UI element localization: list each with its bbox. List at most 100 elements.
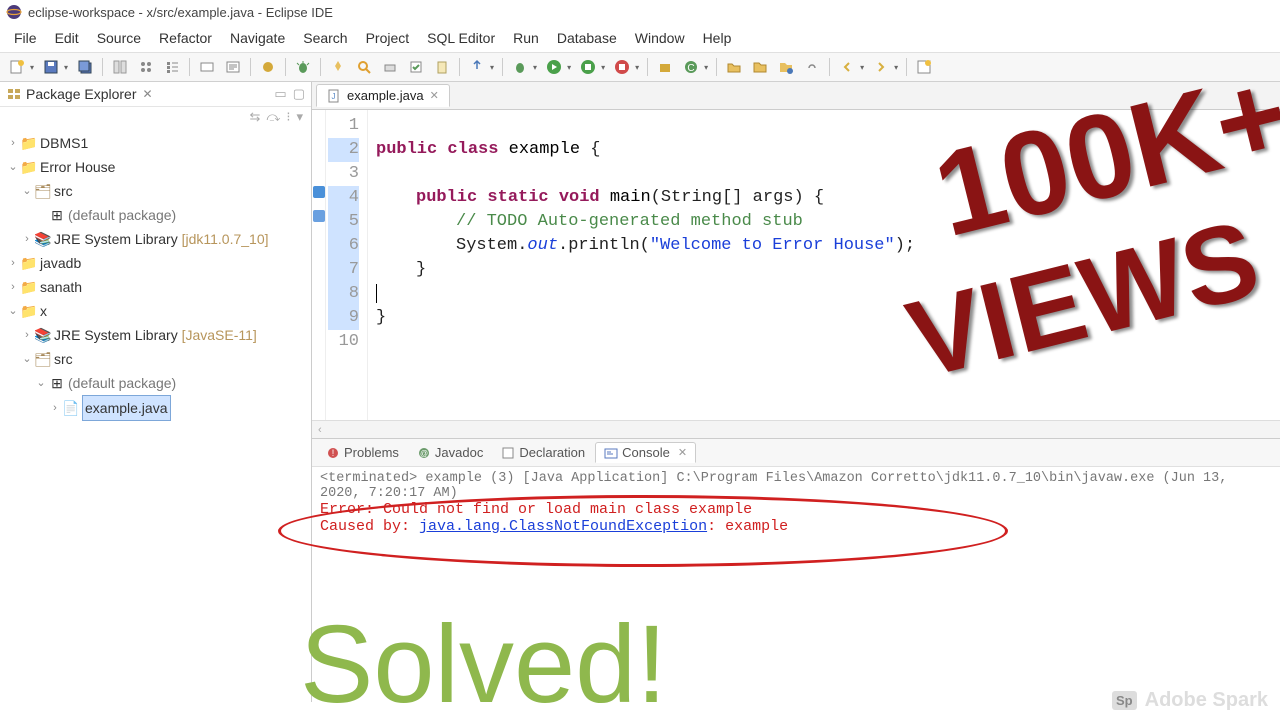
close-tab-icon[interactable]: ✕ <box>430 89 439 102</box>
task-button[interactable] <box>405 56 427 78</box>
console-icon <box>604 446 618 460</box>
new-conn-button[interactable] <box>196 56 218 78</box>
open-project-button[interactable] <box>749 56 771 78</box>
menu-source[interactable]: Source <box>89 28 149 48</box>
toggle-mark-button[interactable] <box>222 56 244 78</box>
tree-item[interactable]: javadb <box>40 251 81 275</box>
debug-button[interactable] <box>509 56 531 78</box>
java-file-icon: 📄 <box>62 400 80 416</box>
dropdown-icon[interactable]: ▾ <box>533 63 537 72</box>
dropdown-icon[interactable]: ▾ <box>635 63 639 72</box>
menu-navigate[interactable]: Navigate <box>222 28 293 48</box>
console-output[interactable]: <terminated> example (3) [Java Applicati… <box>312 467 1280 539</box>
tree-item[interactable]: DBMS1 <box>40 131 88 155</box>
menu-project[interactable]: Project <box>358 28 418 48</box>
tree-item[interactable]: Error House <box>40 155 115 179</box>
annotation-button[interactable] <box>379 56 401 78</box>
dropdown-icon[interactable]: ▾ <box>860 63 864 72</box>
collapse-icon[interactable]: ⌄ <box>6 155 20 179</box>
tree-item-selected[interactable]: example.java <box>82 395 171 421</box>
collapse-icon[interactable]: ⌄ <box>34 371 48 395</box>
tree-item[interactable]: src <box>54 347 73 371</box>
skip-breakpoints-button[interactable] <box>161 56 183 78</box>
menu-search[interactable]: Search <box>295 28 355 48</box>
link-editor-icon[interactable]: ⤼ <box>266 109 280 125</box>
open-resource-button[interactable] <box>775 56 797 78</box>
menu-help[interactable]: Help <box>695 28 740 48</box>
switch-button[interactable] <box>109 56 131 78</box>
project-icon: 📁 <box>20 135 38 151</box>
coverage-button[interactable] <box>577 56 599 78</box>
ext-tools-button[interactable] <box>611 56 633 78</box>
run-button[interactable] <box>543 56 565 78</box>
menu-database[interactable]: Database <box>549 28 625 48</box>
perspective-button[interactable] <box>913 56 935 78</box>
debug-config-button[interactable] <box>292 56 314 78</box>
dropdown-icon[interactable]: ▾ <box>490 63 494 72</box>
tree-item[interactable]: (default package) <box>68 203 176 227</box>
overlay-solved: Solved! <box>300 610 667 720</box>
menu-run[interactable]: Run <box>505 28 547 48</box>
minimize-icon[interactable]: ▭ <box>274 86 286 102</box>
link-button[interactable] <box>801 56 823 78</box>
menu-refactor[interactable]: Refactor <box>151 28 220 48</box>
expand-icon[interactable]: › <box>20 323 34 347</box>
save-button[interactable] <box>40 56 62 78</box>
tree-item[interactable]: sanath <box>40 275 82 299</box>
new-button[interactable] <box>6 56 28 78</box>
dropdown-icon[interactable]: ▾ <box>64 63 68 72</box>
close-icon[interactable]: ✕ <box>143 87 153 101</box>
save-all-button[interactable] <box>74 56 96 78</box>
tree-item[interactable]: (default package) <box>68 371 176 395</box>
expand-icon[interactable]: › <box>6 251 20 275</box>
source-code[interactable]: public class example { public static voi… <box>368 110 923 420</box>
tab-console[interactable]: Console✕ <box>595 442 696 463</box>
search-button[interactable] <box>353 56 375 78</box>
maximize-icon[interactable]: ▢ <box>293 86 305 102</box>
package-tree[interactable]: ›📁DBMS1 ⌄📁Error House ⌄🗂src ⊞(default pa… <box>0 127 311 425</box>
tree-item[interactable]: x <box>40 299 47 323</box>
filter-icon[interactable]: ⁝ <box>286 109 290 125</box>
new-class-button[interactable]: C <box>680 56 702 78</box>
expand-icon[interactable]: › <box>6 275 20 299</box>
pin-button[interactable] <box>466 56 488 78</box>
exception-link[interactable]: java.lang.ClassNotFoundException <box>419 518 707 535</box>
dropdown-icon[interactable]: ▾ <box>30 63 34 72</box>
tree-item[interactable]: src <box>54 179 73 203</box>
src-folder-icon: 🗂 <box>34 183 52 199</box>
tab-javadoc[interactable]: @Javadoc <box>409 443 491 462</box>
collapse-icon[interactable]: ⇆ <box>250 109 261 125</box>
collapse-icon[interactable]: ⌄ <box>20 347 34 371</box>
expand-icon[interactable]: › <box>20 227 34 251</box>
forward-button[interactable] <box>870 56 892 78</box>
build-button[interactable] <box>257 56 279 78</box>
tab-problems[interactable]: !Problems <box>318 443 407 462</box>
library-icon: 📚 <box>34 327 52 343</box>
open-type-button[interactable] <box>327 56 349 78</box>
tree-item[interactable]: JRE System Library [JavaSE-11] <box>54 323 257 347</box>
open-folder-button[interactable] <box>723 56 745 78</box>
collapse-icon[interactable]: ⌄ <box>6 299 20 323</box>
menu-edit[interactable]: Edit <box>47 28 87 48</box>
back-button[interactable] <box>836 56 858 78</box>
menu-window[interactable]: Window <box>627 28 693 48</box>
menu-sql-editor[interactable]: SQL Editor <box>419 28 503 48</box>
dropdown-icon[interactable]: ▾ <box>704 63 708 72</box>
menu-file[interactable]: File <box>6 28 45 48</box>
dropdown-icon[interactable]: ▾ <box>894 63 898 72</box>
paste-button[interactable] <box>431 56 453 78</box>
eclipse-icon <box>6 4 22 20</box>
editor-tab-example[interactable]: J example.java ✕ <box>316 84 450 107</box>
collapse-icon[interactable]: ⌄ <box>20 179 34 203</box>
tree-item[interactable]: JRE System Library [jdk11.0.7_10] <box>54 227 269 251</box>
expand-icon[interactable]: › <box>48 396 62 420</box>
dropdown-icon[interactable]: ▾ <box>601 63 605 72</box>
menu-icon[interactable]: ▾ <box>296 109 303 125</box>
expand-icon[interactable]: › <box>6 131 20 155</box>
dropdown-icon[interactable]: ▾ <box>567 63 571 72</box>
tab-declaration[interactable]: Declaration <box>493 443 593 462</box>
adobe-spark-watermark: Sp Adobe Spark <box>1112 689 1268 712</box>
toggle-breadcrumb-button[interactable] <box>135 56 157 78</box>
new-package-button[interactable] <box>654 56 676 78</box>
horizontal-scrollbar[interactable]: ‹ <box>312 420 1280 438</box>
